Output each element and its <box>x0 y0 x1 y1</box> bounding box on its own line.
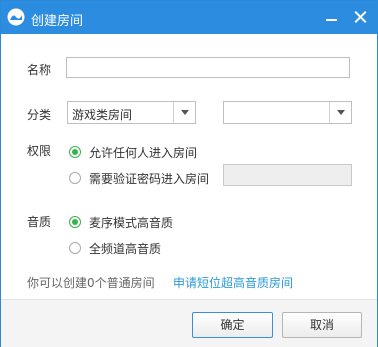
password-input[interactable] <box>223 164 352 186</box>
quality-label: 音质 <box>27 215 52 229</box>
quality-radio-queue[interactable] <box>69 216 81 228</box>
permission-option-anyone[interactable]: 允许任何人进入房间 <box>89 144 197 161</box>
room-quota-text: 你可以创建0个普通房间 <box>27 276 155 290</box>
permission-option-password[interactable]: 需要验证密码进入房间 <box>89 170 209 187</box>
minimize-button[interactable] <box>323 7 341 27</box>
name-label: 名称 <box>27 63 52 77</box>
permission-radio-anyone[interactable] <box>69 146 81 158</box>
close-button[interactable] <box>351 7 371 27</box>
category-label: 分类 <box>27 108 52 122</box>
quality-radio-fullband[interactable] <box>69 242 81 254</box>
apply-room-link[interactable]: 申请短位超高音质房间 <box>173 274 293 291</box>
chevron-down-icon[interactable] <box>329 102 351 123</box>
create-room-dialog: 创建房间 名称 分类 游戏类房间 权限 允许任何人进入房间 需要验证密码进入房间… <box>0 0 378 347</box>
room-name-input[interactable] <box>66 57 350 78</box>
window-title: 创建房间 <box>31 14 84 29</box>
category-value: 游戏类房间 <box>72 108 133 122</box>
dialog-footer: 确定 取消 <box>1 299 377 347</box>
confirm-button[interactable]: 确定 <box>192 312 273 338</box>
chevron-down-icon[interactable] <box>173 102 195 123</box>
title-bar[interactable]: 创建房间 <box>1 1 377 34</box>
category-select[interactable]: 游戏类房间 <box>67 101 196 124</box>
quality-option-queue[interactable]: 麦序模式高音质 <box>89 214 173 231</box>
cancel-button[interactable]: 取消 <box>282 312 362 338</box>
quality-option-fullband[interactable]: 全频道高音质 <box>89 240 161 257</box>
subcategory-select[interactable] <box>223 101 352 124</box>
permission-label: 权限 <box>27 144 52 158</box>
app-logo-icon <box>7 8 25 26</box>
permission-radio-password[interactable] <box>69 172 81 184</box>
